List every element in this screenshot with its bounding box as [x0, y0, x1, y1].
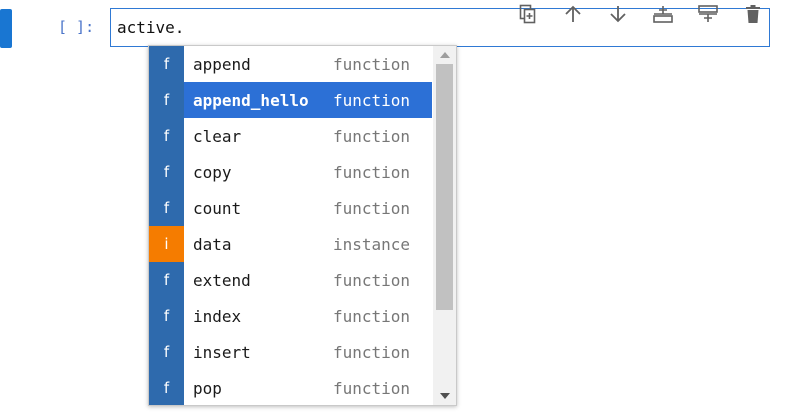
delete-cell-button[interactable] — [730, 0, 775, 28]
code-cell-text[interactable]: active. — [117, 18, 184, 38]
completion-label: index — [193, 306, 242, 326]
autocomplete-scrollbar[interactable] — [433, 46, 456, 405]
completion-type: function — [333, 378, 411, 398]
completion-label: clear — [193, 126, 242, 146]
completion-type: function — [333, 198, 411, 218]
trash-icon — [745, 5, 760, 23]
scroll-up-arrow-icon — [439, 52, 450, 58]
function-type-badge: f — [149, 46, 184, 82]
completion-label: extend — [193, 270, 251, 290]
arrow-up-icon — [564, 5, 581, 22]
completion-type: function — [333, 306, 411, 326]
completion-item[interactable]: f clear function — [149, 118, 432, 154]
completion-type: function — [333, 270, 411, 290]
active-cell-indicator — [0, 9, 12, 48]
function-type-badge: f — [149, 154, 184, 190]
scroll-down-button[interactable] — [433, 387, 456, 405]
completion-label: insert — [193, 342, 251, 362]
completion-item[interactable]: f extend function — [149, 262, 432, 298]
function-type-badge: f — [149, 190, 184, 226]
function-type-badge: f — [149, 370, 184, 405]
insert-above-icon — [652, 6, 673, 23]
notebook-stage: [ ]: active. f append function f append_… — [0, 0, 793, 414]
completion-item[interactable]: i data instance — [149, 226, 432, 262]
completion-label: count — [193, 198, 242, 218]
completion-item[interactable]: f append_hello function — [149, 82, 432, 118]
completion-label: append_hello — [193, 90, 309, 110]
completion-type: function — [333, 54, 411, 74]
completion-item[interactable]: f insert function — [149, 334, 432, 370]
function-type-badge: f — [149, 334, 184, 370]
scroll-up-button[interactable] — [433, 46, 456, 64]
insert-cell-below-button[interactable] — [685, 0, 730, 28]
function-type-badge: f — [149, 298, 184, 334]
function-type-badge: f — [149, 262, 184, 298]
completion-item[interactable]: f count function — [149, 190, 432, 226]
insert-cell-above-button[interactable] — [640, 0, 685, 28]
completion-item[interactable]: f index function — [149, 298, 432, 334]
completion-item[interactable]: f pop function — [149, 370, 432, 405]
completion-type: function — [333, 126, 411, 146]
completion-item[interactable]: f append function — [149, 46, 432, 82]
duplicate-cell-button[interactable] — [505, 0, 550, 28]
instance-type-badge: i — [149, 226, 184, 262]
move-cell-down-button[interactable] — [595, 0, 640, 28]
completion-label: copy — [193, 162, 232, 182]
insert-below-icon — [697, 5, 718, 22]
move-cell-up-button[interactable] — [550, 0, 595, 28]
completion-type: function — [333, 90, 411, 110]
autocomplete-list: f append function f append_hello function f cle… — [149, 46, 432, 405]
function-type-badge: f — [149, 82, 184, 118]
function-type-badge: f — [149, 118, 184, 154]
completion-label: append — [193, 54, 251, 74]
completion-type: function — [333, 342, 411, 362]
completion-type: instance — [333, 234, 411, 254]
scroll-down-arrow-icon — [439, 393, 450, 399]
autocomplete-popup: f append function f append_hello function f cle… — [148, 45, 457, 406]
cell-prompt: [ ]: — [58, 18, 95, 36]
cell-toolbar — [505, 0, 775, 28]
completion-type: function — [333, 162, 411, 182]
scrollbar-thumb[interactable] — [436, 64, 453, 310]
arrow-down-icon — [609, 6, 626, 23]
duplicate-icon — [519, 4, 535, 24]
completion-item[interactable]: f copy function — [149, 154, 432, 190]
completion-label: pop — [193, 378, 222, 398]
completion-label: data — [193, 234, 232, 254]
